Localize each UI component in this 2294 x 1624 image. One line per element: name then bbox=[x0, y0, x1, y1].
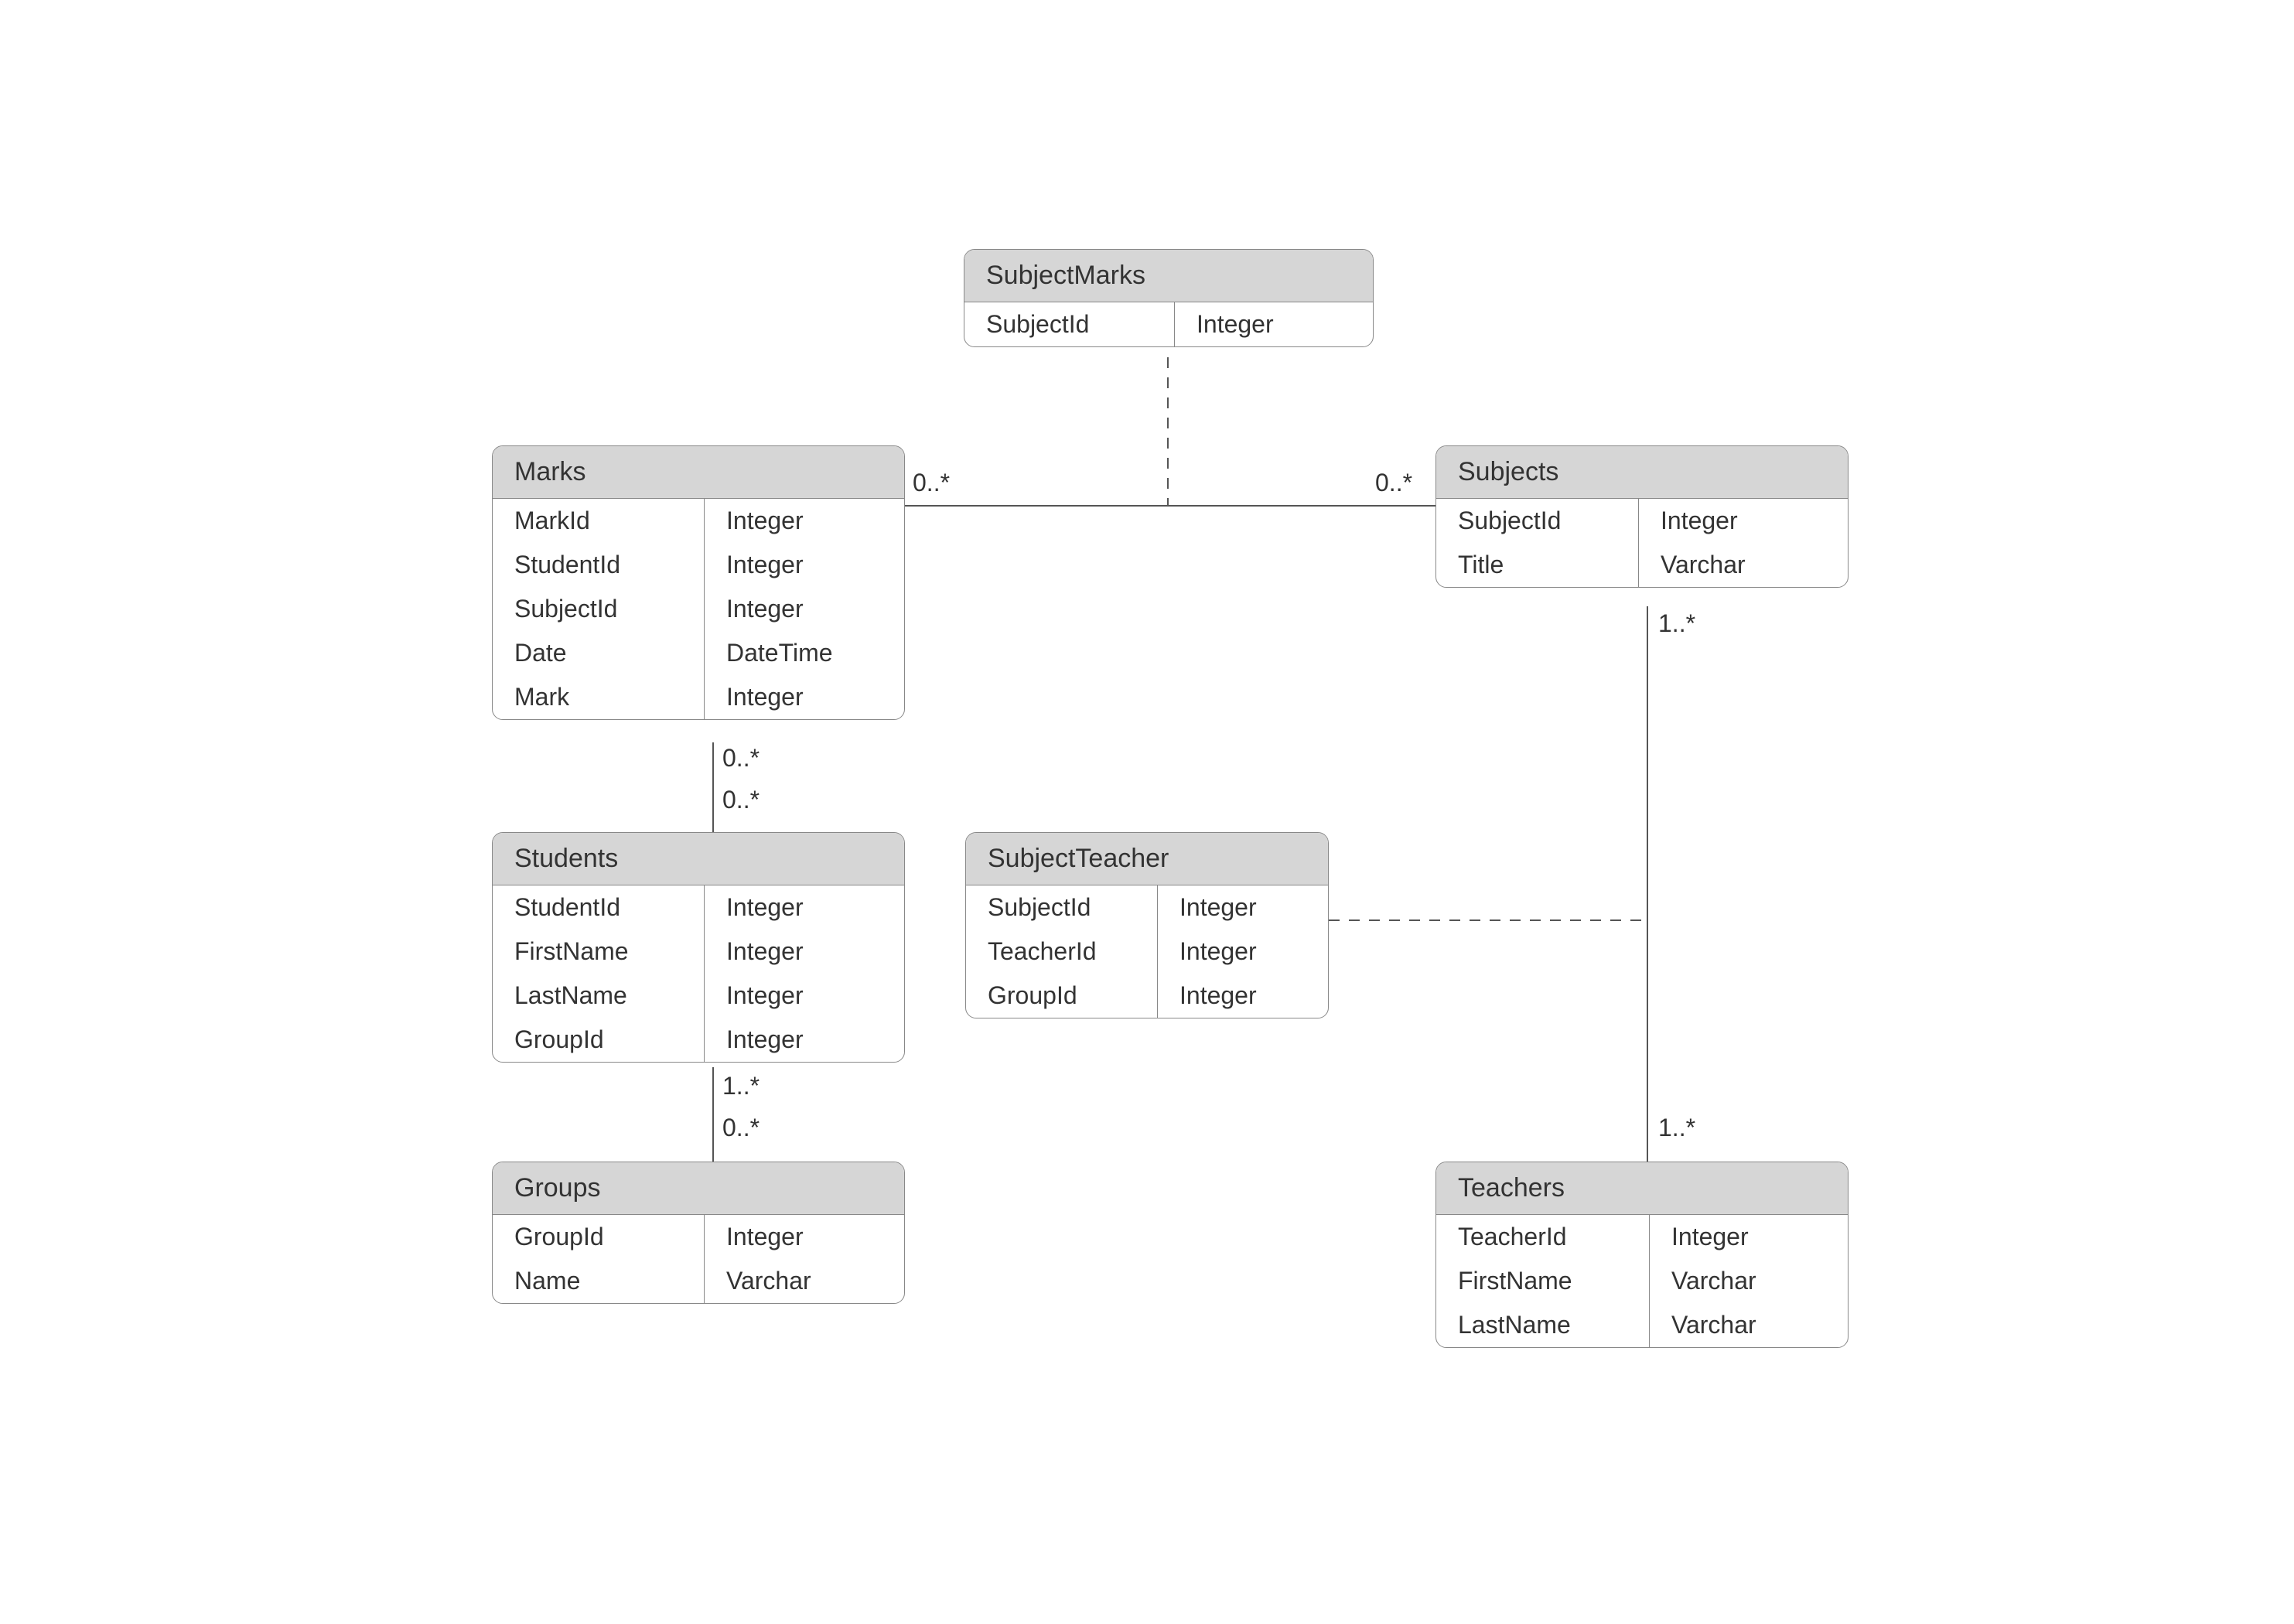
entity-row: SubjectId Integer bbox=[493, 587, 904, 631]
entity-title: Subjects bbox=[1436, 446, 1848, 499]
entity-title: SubjectTeacher bbox=[966, 833, 1328, 885]
entity-title: Teachers bbox=[1436, 1162, 1848, 1215]
multiplicity-marks-students-bottom: 0..* bbox=[722, 786, 760, 814]
entity-row: FirstName Varchar bbox=[1436, 1259, 1848, 1303]
entity-row: LastName Integer bbox=[493, 974, 904, 1018]
entity-row: MarkId Integer bbox=[493, 499, 904, 543]
entity-row: Title Varchar bbox=[1436, 543, 1848, 587]
er-diagram-canvas: SubjectMarks SubjectId Integer Marks Mar… bbox=[0, 0, 2294, 1624]
column-type: Integer bbox=[705, 675, 821, 719]
column-type: Varchar bbox=[1639, 543, 1763, 587]
entity-row: GroupId Integer bbox=[966, 974, 1328, 1018]
column-type: Integer bbox=[1158, 974, 1274, 1018]
column-name: Date bbox=[493, 631, 705, 675]
multiplicity-subjects-teachers-top: 1..* bbox=[1658, 609, 1695, 638]
column-type: Integer bbox=[1650, 1215, 1766, 1259]
entity-row: SubjectId Integer bbox=[1436, 499, 1848, 543]
column-name: GroupId bbox=[966, 974, 1158, 1018]
entity-row: LastName Varchar bbox=[1436, 1303, 1848, 1347]
column-name: FirstName bbox=[493, 930, 705, 974]
entity-subjects[interactable]: Subjects SubjectId Integer Title Varchar bbox=[1435, 445, 1849, 588]
entity-row: TeacherId Integer bbox=[1436, 1215, 1848, 1259]
column-type: Integer bbox=[705, 930, 821, 974]
column-name: TeacherId bbox=[966, 930, 1158, 974]
column-type: Integer bbox=[705, 499, 821, 543]
entity-row: Name Varchar bbox=[493, 1259, 904, 1303]
column-name: Mark bbox=[493, 675, 705, 719]
column-type: DateTime bbox=[705, 631, 850, 675]
entity-row: SubjectId Integer bbox=[966, 885, 1328, 930]
column-name: LastName bbox=[493, 974, 705, 1018]
entity-title: Students bbox=[493, 833, 904, 885]
column-type: Integer bbox=[1158, 885, 1274, 930]
column-name: Name bbox=[493, 1259, 705, 1303]
multiplicity-marks-subjects-left: 0..* bbox=[913, 469, 950, 497]
entity-subject-teacher[interactable]: SubjectTeacher SubjectId Integer Teacher… bbox=[965, 832, 1329, 1018]
entity-groups[interactable]: Groups GroupId Integer Name Varchar bbox=[492, 1162, 905, 1304]
multiplicity-students-groups-top: 1..* bbox=[722, 1072, 760, 1100]
entity-row: StudentId Integer bbox=[493, 543, 904, 587]
entity-subject-marks[interactable]: SubjectMarks SubjectId Integer bbox=[964, 249, 1374, 347]
entity-row: GroupId Integer bbox=[493, 1215, 904, 1259]
column-name: MarkId bbox=[493, 499, 705, 543]
column-type: Integer bbox=[705, 543, 821, 587]
connector-lines bbox=[0, 0, 2294, 1624]
column-name: StudentId bbox=[493, 543, 705, 587]
column-type: Integer bbox=[705, 1215, 821, 1259]
column-name: SubjectId bbox=[1436, 499, 1639, 543]
column-name: TeacherId bbox=[1436, 1215, 1650, 1259]
column-type: Integer bbox=[1158, 930, 1274, 974]
column-type: Varchar bbox=[705, 1259, 828, 1303]
entity-marks[interactable]: Marks MarkId Integer StudentId Integer S… bbox=[492, 445, 905, 720]
column-name: StudentId bbox=[493, 885, 705, 930]
entity-row: GroupId Integer bbox=[493, 1018, 904, 1062]
entity-teachers[interactable]: Teachers TeacherId Integer FirstName Var… bbox=[1435, 1162, 1849, 1348]
entity-students[interactable]: Students StudentId Integer FirstName Int… bbox=[492, 832, 905, 1063]
entity-row: TeacherId Integer bbox=[966, 930, 1328, 974]
column-type: Integer bbox=[705, 587, 821, 631]
column-type: Integer bbox=[705, 974, 821, 1018]
column-type: Integer bbox=[1175, 302, 1291, 346]
multiplicity-students-groups-bottom: 0..* bbox=[722, 1114, 760, 1142]
entity-row: SubjectId Integer bbox=[964, 302, 1373, 346]
column-type: Integer bbox=[1639, 499, 1755, 543]
entity-row: Date DateTime bbox=[493, 631, 904, 675]
entity-row: FirstName Integer bbox=[493, 930, 904, 974]
column-name: GroupId bbox=[493, 1018, 705, 1062]
column-name: Title bbox=[1436, 543, 1639, 587]
column-name: LastName bbox=[1436, 1303, 1650, 1347]
multiplicity-marks-students-top: 0..* bbox=[722, 744, 760, 773]
column-name: GroupId bbox=[493, 1215, 705, 1259]
column-name: FirstName bbox=[1436, 1259, 1650, 1303]
column-type: Varchar bbox=[1650, 1259, 1773, 1303]
column-type: Integer bbox=[705, 1018, 821, 1062]
entity-title: Marks bbox=[493, 446, 904, 499]
column-name: SubjectId bbox=[493, 587, 705, 631]
column-name: SubjectId bbox=[964, 302, 1175, 346]
multiplicity-marks-subjects-right: 0..* bbox=[1375, 469, 1412, 497]
entity-row: StudentId Integer bbox=[493, 885, 904, 930]
entity-title: SubjectMarks bbox=[964, 250, 1373, 302]
entity-title: Groups bbox=[493, 1162, 904, 1215]
column-type: Varchar bbox=[1650, 1303, 1773, 1347]
column-type: Integer bbox=[705, 885, 821, 930]
column-name: SubjectId bbox=[966, 885, 1158, 930]
multiplicity-subjects-teachers-bottom: 1..* bbox=[1658, 1114, 1695, 1142]
entity-row: Mark Integer bbox=[493, 675, 904, 719]
